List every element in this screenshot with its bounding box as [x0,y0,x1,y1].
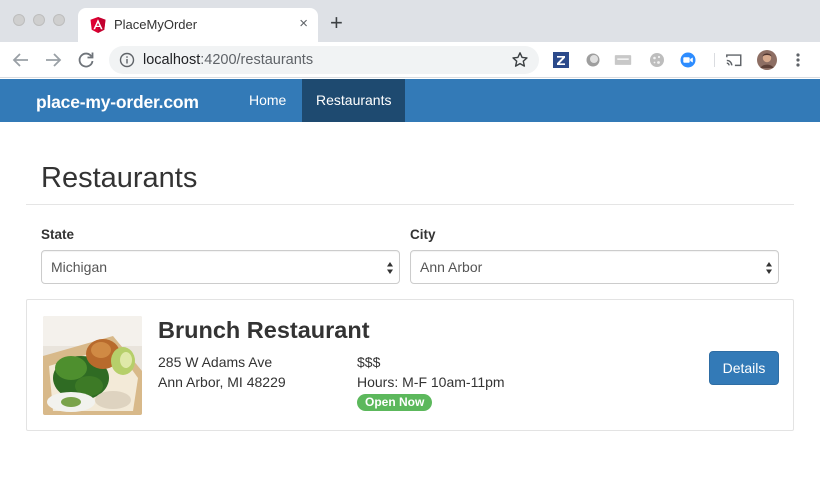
select-arrows-icon [387,262,393,274]
hours-text: Hours: M-F 10am-11pm [357,374,505,390]
restaurant-name: Brunch Restaurant [158,317,370,343]
angular-icon [90,17,106,33]
bookmark-star-icon[interactable] [511,51,529,69]
address-line-1: 285 W Adams Ave [158,354,273,370]
cast-icon[interactable] [725,51,743,69]
state-select-value: Michigan [51,259,108,275]
url-path: :4200/restaurants [200,52,314,68]
zoom-extension-icon[interactable] [679,51,697,69]
url-host: localhost [143,52,201,68]
info-icon[interactable] [119,52,135,68]
state-select[interactable]: Michigan [41,250,400,284]
circle-extension-icon[interactable] [584,51,602,69]
zoom-window-button[interactable] [53,14,65,26]
tab-close-icon[interactable]: × [299,15,308,33]
browser-toolbar: localhost:4200/restaurants [0,42,820,78]
select-arrows-icon [766,262,772,274]
close-window-button[interactable] [13,14,25,26]
price-level: $$$ [357,354,381,370]
tab-title: PlaceMyOrder [114,17,198,32]
city-label: City [410,227,436,242]
more-menu-icon[interactable] [789,51,807,69]
gray-extension-icon[interactable] [614,51,632,69]
page-title: Restaurants [41,162,198,194]
address-bar[interactable]: localhost:4200/restaurants [109,46,539,74]
open-status-badge: Open Now [357,394,433,411]
city-select[interactable]: Ann Arbor [410,250,779,284]
state-label: State [41,227,75,242]
nav-home[interactable]: Home [235,79,300,122]
title-divider [26,204,794,205]
restaurant-card: Brunch Restaurant 285 W Adams Ave Ann Ar… [26,299,794,431]
address-line-2: Ann Arbor, MI 48229 [158,374,286,390]
toolbar-separator [714,53,715,67]
minimize-window-button[interactable] [33,14,45,26]
browser-tabstrip: PlaceMyOrder × + [0,0,820,42]
profile-avatar[interactable] [757,50,777,70]
cookie-extension-icon[interactable] [648,51,666,69]
reload-icon[interactable] [75,49,97,71]
site-navbar: place-my-order.com Home Restaurants [0,79,820,122]
forward-icon[interactable] [42,49,64,71]
browser-tab[interactable]: PlaceMyOrder × [78,8,318,42]
nav-restaurants[interactable]: Restaurants [302,79,406,122]
city-select-value: Ann Arbor [420,259,483,275]
zotero-icon[interactable] [552,51,570,69]
restaurant-thumbnail [43,316,142,415]
details-button[interactable]: Details [709,351,779,385]
url-text[interactable]: localhost:4200/restaurants [143,52,313,68]
back-icon[interactable] [10,49,32,71]
new-tab-button[interactable]: + [330,12,343,34]
site-brand[interactable]: place-my-order.com [36,92,199,112]
